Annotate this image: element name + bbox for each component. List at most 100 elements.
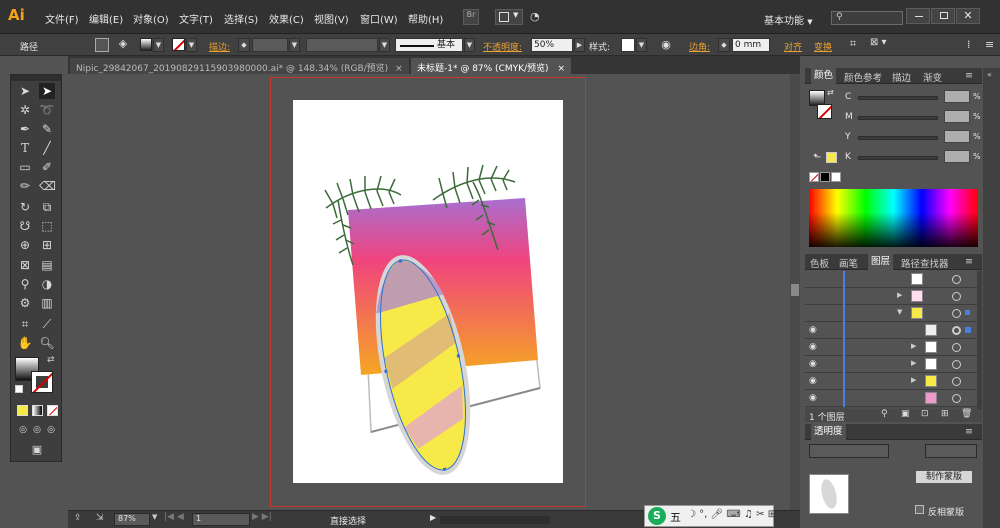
line-tool-icon[interactable]: ╱ [39, 140, 55, 156]
next-artboard-icon[interactable]: ▶ ▶| [252, 512, 272, 522]
opacity-label[interactable]: 不透明度: [483, 40, 522, 53]
opacity-input[interactable]: 50% [531, 38, 573, 52]
channel-y-slider[interactable] [858, 136, 938, 140]
corner-stepper[interactable]: ◆ [718, 38, 730, 52]
artboard-tool-icon[interactable]: ⌗ [17, 316, 33, 332]
maximize-button[interactable] [931, 8, 955, 24]
eyedropper-icon[interactable]: ⚲ [17, 276, 33, 292]
tab-stroke[interactable]: 描边 [892, 70, 911, 84]
variable-width-dropdown[interactable]: ▼ [379, 38, 390, 52]
expand-arrow-icon[interactable]: ▶ [911, 376, 916, 384]
target-icon[interactable] [952, 275, 961, 284]
menu-edit[interactable]: 编辑(E) [89, 11, 123, 26]
brush-definition[interactable]: 基本 [395, 38, 463, 52]
target-icon[interactable] [952, 309, 961, 318]
scrollbar-thumb[interactable] [791, 284, 799, 296]
visibility-eye-icon[interactable]: ◉ [809, 393, 819, 403]
menu-object[interactable]: 对象(O) [133, 11, 169, 26]
transform-link[interactable]: 变换 [814, 40, 832, 53]
visibility-eye-icon[interactable]: ◉ [809, 325, 819, 335]
color-mode-icon[interactable] [17, 405, 28, 416]
selection-bounds-icon[interactable]: ⌗ [845, 37, 861, 53]
lasso-icon[interactable]: ➰ [39, 102, 55, 118]
tab-untitled-1[interactable]: 未标题-1* @ 87% (CMYK/预览) × [411, 58, 571, 74]
recolor-artwork-icon[interactable]: ◉ [659, 38, 673, 52]
layer-row[interactable]: ◉ [805, 390, 977, 407]
type-tool-icon[interactable]: T [17, 140, 33, 156]
channel-y-value[interactable] [944, 130, 970, 143]
fill-dropdown[interactable]: ▼ [153, 38, 164, 52]
draw-inside-icon[interactable]: ◎ [43, 422, 59, 438]
stroke-swatch[interactable] [172, 38, 185, 51]
artboard-number-field[interactable]: 1 [192, 513, 250, 526]
blend-mode-select[interactable] [809, 444, 889, 458]
workspace-switcher[interactable]: 基本功能 ▼ [764, 12, 813, 27]
eraser-icon[interactable]: ⌫ [39, 178, 56, 194]
ime-icons[interactable]: ☽ °, 🎤︎ ⌨ ♫ ✂ ⊞ [687, 509, 776, 520]
control-bar-menu-icon[interactable]: ≡ [985, 38, 997, 52]
fill-swatch[interactable] [140, 38, 152, 51]
toolbox-grip[interactable] [11, 75, 61, 81]
corner-label[interactable]: 边角: [689, 40, 710, 53]
first-artboard-icon[interactable]: |◀ ◀ [164, 512, 184, 522]
layer-row[interactable] [805, 271, 977, 288]
target-icon[interactable] [952, 292, 961, 301]
menu-help[interactable]: 帮助(H) [408, 11, 443, 26]
select-similar-icon[interactable]: ◈ [115, 37, 131, 53]
make-mask-button[interactable]: 制作蒙版 [915, 470, 973, 484]
none-mode-icon[interactable] [47, 405, 58, 416]
slice-tool-icon[interactable]: ⟋ [39, 316, 55, 332]
help-search-input[interactable]: ⚲ [831, 11, 903, 25]
gradient-mode-icon[interactable] [32, 405, 43, 416]
tab-layers[interactable]: 图层 [868, 254, 894, 270]
horizontal-scrollbar[interactable] [440, 516, 550, 524]
menu-type[interactable]: 文字(T) [179, 11, 213, 26]
make-clipping-mask-icon[interactable]: ▣ [901, 409, 910, 419]
menu-select[interactable]: 选择(S) [224, 11, 258, 26]
out-of-gamut-icon[interactable]: ⬑ [813, 152, 821, 163]
visibility-eye-icon[interactable]: ◉ [809, 359, 819, 369]
pencil-icon[interactable]: ✏ [17, 178, 33, 194]
target-icon[interactable] [952, 394, 961, 403]
target-icon[interactable] [952, 377, 961, 386]
target-icon[interactable] [952, 326, 961, 335]
menu-view[interactable]: 视图(V) [314, 11, 349, 26]
ime-mode[interactable]: 五 [670, 509, 681, 525]
graphic-style-dropdown[interactable]: ▼ [636, 38, 647, 52]
expand-arrow-icon[interactable]: ▶ [911, 342, 916, 350]
tab-color-guide[interactable]: 颜色参考 [844, 70, 882, 84]
default-colors-icon[interactable] [15, 385, 23, 393]
stroke-label[interactable]: 描边: [209, 40, 230, 53]
invert-mask-checkbox[interactable] [915, 505, 924, 514]
artwork[interactable] [293, 100, 563, 483]
zoom-level-field[interactable]: 87% [114, 513, 150, 526]
zoom-dropdown[interactable]: ▼ [152, 513, 157, 521]
zoom-tool-icon[interactable]: 🔍︎ [39, 335, 55, 351]
new-layer-icon[interactable]: ⊞ [941, 409, 949, 419]
mesh-tool-icon[interactable]: ⊠ [17, 257, 33, 273]
gradient-tool-icon[interactable]: ▤ [39, 257, 55, 273]
curvature-tool-icon[interactable]: ✎ [39, 121, 55, 137]
isolate-group-icon[interactable] [95, 38, 109, 52]
gpu-performance-icon[interactable]: ◔ [530, 10, 546, 24]
channel-c-value[interactable] [944, 90, 970, 103]
selection-indicator[interactable] [965, 310, 970, 315]
object-thumbnail[interactable] [809, 474, 849, 514]
swap-fill-stroke-icon[interactable]: ⇄ [47, 355, 55, 365]
align-link[interactable]: 对齐 [784, 40, 802, 53]
variable-width-profile[interactable] [306, 38, 378, 52]
swap-icon[interactable]: ⇄ [827, 88, 834, 97]
channel-k-value[interactable] [944, 150, 970, 163]
new-sublayer-icon[interactable]: ⊡ [921, 409, 929, 419]
black-swatch[interactable] [820, 172, 830, 182]
transform-options-icon[interactable]: ⊠ ▾ [870, 37, 894, 53]
panel-menu-icon[interactable]: ≡ [965, 70, 973, 81]
column-graph-icon[interactable]: ▥ [39, 295, 55, 311]
rotate-tool-icon[interactable]: ↻ [17, 199, 33, 215]
collapse-panels-icon[interactable]: « [987, 70, 992, 79]
tab-color[interactable]: 颜色 [811, 68, 837, 84]
free-transform-icon[interactable]: ⬚ [39, 218, 55, 234]
white-swatch[interactable] [831, 172, 841, 182]
rectangle-tool-icon[interactable]: ▭ [17, 159, 33, 175]
opacity-dropdown[interactable]: ▶ [574, 38, 585, 52]
